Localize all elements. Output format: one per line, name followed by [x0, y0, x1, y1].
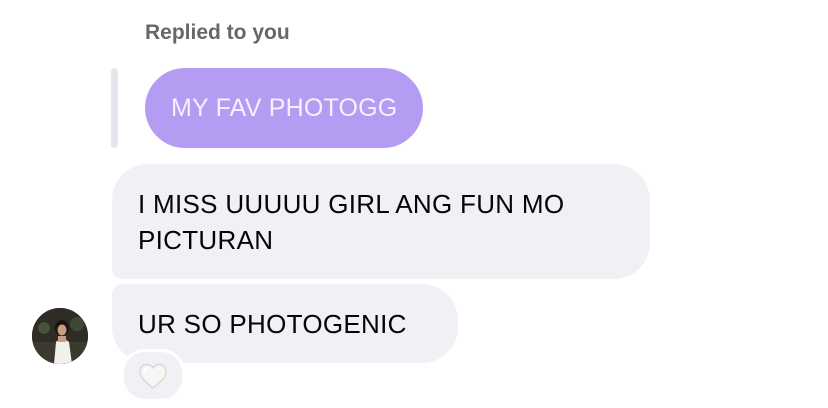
avatar-photo [32, 308, 88, 364]
quoted-message-text: MY FAV PHOTOGG [171, 93, 398, 122]
quoted-message-bubble[interactable]: MY FAV PHOTOGG [145, 68, 424, 148]
reaction-badge[interactable] [121, 349, 185, 402]
message-text: UR SO PHOTOGENIC [138, 308, 407, 339]
message-thread: Replied to you MY FAV PHOTOGG I MISS UUU… [0, 0, 828, 408]
avatar[interactable] [32, 308, 88, 364]
message-text: I MISS UUUUU GIRL ANG FUN MO PICTURAN [138, 188, 565, 255]
reply-indicator-bar [111, 68, 118, 148]
message-bubble[interactable]: I MISS UUUUU GIRL ANG FUN MO PICTURAN [112, 164, 650, 279]
white-heart-icon [139, 363, 167, 389]
replied-to-you-label: Replied to you [145, 21, 290, 44]
